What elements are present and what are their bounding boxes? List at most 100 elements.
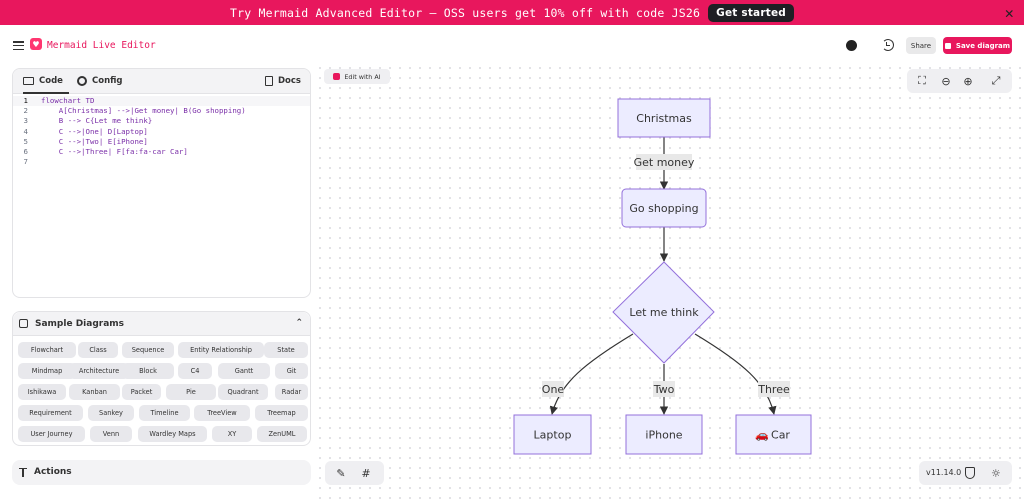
sample-chip-venn[interactable]: Venn	[90, 426, 132, 442]
app-title[interactable]: Mermaid Live Editor	[47, 40, 156, 51]
actions-icon	[19, 468, 27, 477]
code-text: A[Christmas] -->|Get money| B(Go shoppin…	[41, 106, 246, 116]
code-text: B --> C{Let me think}	[41, 116, 153, 126]
save-diagram-button[interactable]: Save diagram	[943, 37, 1012, 54]
zoom-out-icon[interactable]: ⊖	[940, 75, 952, 88]
sample-chip-entity-relationship[interactable]: Entity Relationship	[178, 342, 264, 358]
line-number: 2	[23, 106, 28, 116]
code-line[interactable]: 1 flowchart TD	[13, 96, 310, 107]
sample-chip-kanban[interactable]: Kanban	[69, 384, 120, 400]
node-laptop[interactable]: Laptop	[513, 414, 592, 455]
line-number: 4	[23, 126, 28, 136]
grid-icon[interactable]: #	[360, 467, 372, 480]
line-number: 1	[23, 96, 28, 105]
sample-chip-quadrant[interactable]: Quadrant	[218, 384, 268, 400]
close-icon[interactable]: ✕	[1005, 4, 1014, 22]
tab-docs-label: Docs	[278, 76, 301, 86]
sample-chip-wardley-maps[interactable]: Wardley Maps	[138, 426, 207, 442]
code-text: C -->|Three| F[fa:fa-car Car]	[41, 146, 188, 156]
tab-code[interactable]: Code	[23, 76, 63, 86]
app-header: ♥ Mermaid Live Editor Share Save diagram	[0, 25, 1024, 67]
expand-icon[interactable]: ⤢	[990, 74, 1002, 87]
code-panel: Code Config Docs 1 flowchart TD 2 A[Chris…	[12, 68, 311, 298]
node-label: Laptop	[534, 429, 572, 442]
sample-chip-radar[interactable]: Radar	[275, 384, 308, 400]
mermaid-logo-icon: ♥	[30, 38, 42, 50]
tab-config[interactable]: Config	[77, 76, 123, 86]
actions-panel[interactable]: Actions	[12, 460, 311, 485]
code-icon	[23, 77, 34, 85]
sample-chip-ishikawa[interactable]: Ishikawa	[18, 384, 66, 400]
edit-with-ai-label: Edit with AI	[344, 72, 381, 81]
edit-with-ai-button[interactable]: Edit with AI	[324, 69, 390, 84]
node-iphone[interactable]: iPhone	[625, 414, 703, 455]
code-line[interactable]: 3 B --> C{Let me think}	[13, 116, 310, 126]
flowchart-diagram: Get money One Two Three Christmas Go shoppin…	[513, 98, 812, 455]
code-line[interactable]: 4 C -->|One| D[Laptop]	[13, 127, 310, 137]
history-icon[interactable]	[882, 39, 894, 51]
node-think[interactable]: Let me think	[612, 261, 715, 364]
code-line[interactable]: 7	[13, 157, 310, 167]
sample-chip-zenuml[interactable]: ZenUML	[257, 426, 307, 442]
sample-chip-class[interactable]: Class	[78, 342, 118, 358]
sample-chip-treeview[interactable]: TreeView	[194, 405, 250, 421]
version-label: v11.14.0	[926, 468, 962, 477]
tab-docs[interactable]: Docs	[265, 76, 301, 86]
sample-chip-flowchart[interactable]: Flowchart	[18, 342, 76, 358]
sample-chip-architecture[interactable]: Architecture	[69, 363, 129, 379]
sample-chip-timeline[interactable]: Timeline	[139, 405, 190, 421]
gear-icon	[77, 76, 87, 86]
sample-chip-state[interactable]: State	[264, 342, 308, 358]
edge-label-text: Three	[757, 383, 790, 396]
github-icon[interactable]	[846, 40, 857, 51]
edge-think-laptop	[549, 333, 634, 415]
sample-chip-requirement[interactable]: Requirement	[18, 405, 83, 421]
node-label: Go shopping	[629, 202, 698, 215]
sample-chip-xy[interactable]: XY	[212, 426, 252, 442]
sample-chip-treemap[interactable]: Treemap	[255, 405, 308, 421]
tab-config-label: Config	[92, 76, 123, 86]
zoom-in-icon[interactable]: ⊕	[962, 75, 974, 88]
node-christmas[interactable]: Christmas	[617, 98, 711, 138]
sample-chip-block[interactable]: Block	[122, 363, 174, 379]
pencil-icon[interactable]: ✎	[335, 467, 347, 480]
sample-chip-pie[interactable]: Pie	[166, 384, 216, 400]
fit-view-icon[interactable]: ⛶	[916, 74, 928, 87]
shield-icon[interactable]	[965, 467, 975, 479]
code-line[interactable]: 6 C -->|Three| F[fa:fa-car Car]	[13, 147, 310, 157]
sample-chip-mindmap[interactable]: Mindmap	[18, 363, 76, 379]
code-line[interactable]: 5 C -->|Two| E[iPhone]	[13, 137, 310, 147]
get-started-button[interactable]: Get started	[708, 3, 794, 22]
sample-diagrams-header[interactable]: Sample Diagrams ⌃	[13, 312, 310, 336]
node-car[interactable]: 🚗 Car	[735, 414, 812, 455]
code-line[interactable]: 2 A[Christmas] -->|Get money| B(Go shopp…	[13, 106, 310, 116]
edge-think-car	[694, 333, 777, 415]
collapse-chevron-icon[interactable]: ⌃	[295, 318, 303, 328]
save-icon	[944, 42, 951, 49]
node-label: Let me think	[629, 306, 699, 319]
nodes-layer: Christmas Go shopping Laptop iPhone 🚗 Car Let …	[513, 98, 812, 455]
menu-icon[interactable]	[13, 41, 24, 51]
share-button[interactable]: Share	[906, 37, 936, 54]
code-editor[interactable]: 1 flowchart TD 2 A[Christmas] -->|Get mon…	[13, 94, 310, 167]
sample-chip-packet[interactable]: Packet	[122, 384, 161, 400]
theme-toggle-icon[interactable]: ☼	[991, 467, 1001, 480]
sample-diagrams-panel: Sample Diagrams ⌃ Flowchart Class Sequence…	[12, 311, 311, 446]
line-number: 7	[23, 157, 28, 167]
sample-chip-user-journey[interactable]: User Journey	[18, 426, 85, 442]
code-text: C -->|Two| E[iPhone]	[41, 136, 148, 146]
car-icon: 🚗	[755, 429, 769, 442]
sample-chip-gantt[interactable]: Gantt	[218, 363, 270, 379]
sample-chip-sequence[interactable]: Sequence	[122, 342, 174, 358]
sample-chip-c4[interactable]: C4	[178, 363, 212, 379]
canvas-tools: ✎ #	[325, 461, 384, 485]
diagram-canvas[interactable]: Get money One Two Three Christmas Go shoppin…	[315, 63, 1024, 500]
sample-chip-git[interactable]: Git	[275, 363, 308, 379]
sample-diagrams-title: Sample Diagrams	[35, 319, 125, 329]
edge-label-three: Three	[757, 381, 790, 397]
sample-chip-sankey[interactable]: Sankey	[88, 405, 134, 421]
node-label: iPhone	[645, 429, 682, 442]
ai-icon	[333, 73, 341, 80]
node-shopping[interactable]: Go shopping	[621, 188, 707, 228]
book-icon	[265, 76, 273, 86]
